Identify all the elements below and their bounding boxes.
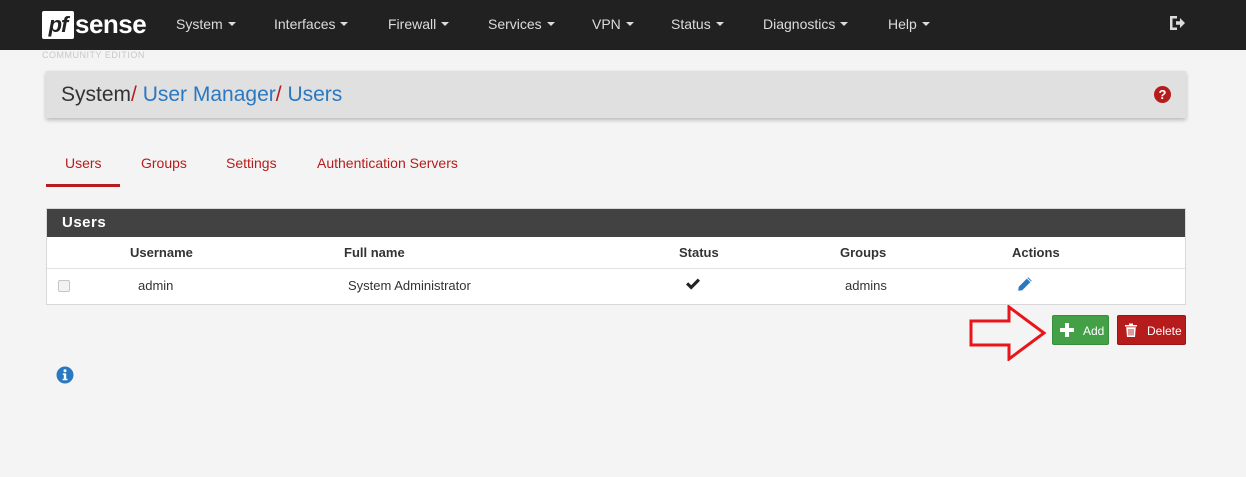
caret-down-icon [340,22,349,27]
info-circle-icon[interactable] [56,366,74,384]
cell-username: admin [138,278,174,293]
tab-authentication-servers-label: Authentication Servers [317,155,458,171]
delete-button-label: Delete [1147,324,1182,338]
cell-groups: admins [845,278,887,293]
breadcrumb-separator: / [131,83,137,106]
pencil-icon[interactable] [1017,276,1033,292]
logo-pf: pf [42,11,74,39]
column-header-full-name[interactable]: Full name [344,245,405,261]
nav-system[interactable]: System [176,0,236,50]
logout-icon[interactable] [1168,14,1186,32]
panel-title: Users [62,214,107,231]
nav-help[interactable]: Help [888,0,930,50]
arrow-annotation-icon [969,305,1047,361]
tab-settings[interactable]: Settings [226,153,277,187]
nav-diagnostics[interactable]: Diagnostics [763,0,849,50]
tab-settings-label: Settings [226,155,277,171]
nav-vpn-label: VPN [592,16,621,32]
nav-help-label: Help [888,16,917,32]
nav-interfaces-label: Interfaces [274,16,336,32]
tab-groups-label: Groups [141,155,187,171]
delete-users-button[interactable]: Delete [1117,315,1186,345]
caret-down-icon [441,22,450,27]
nav-diagnostics-label: Diagnostics [763,16,836,32]
tab-authentication-servers[interactable]: Authentication Servers [317,153,458,187]
tab-groups[interactable]: Groups [141,153,187,187]
caret-down-icon [715,22,724,27]
nav-interfaces[interactable]: Interfaces [274,0,349,50]
check-icon [686,278,700,290]
column-header-username[interactable]: Username [130,245,193,261]
nav-firewall[interactable]: Firewall [388,0,450,50]
nav-services[interactable]: Services [488,0,555,50]
caret-down-icon [921,22,930,27]
trash-icon [1125,323,1137,337]
column-header-groups[interactable]: Groups [840,245,886,261]
nav-system-label: System [176,16,223,32]
logo-sense: sense [75,9,147,39]
panel-header: Users [47,209,1185,237]
cell-full-name: System Administrator [348,278,471,293]
breadcrumb-trail: System/ User Manager/ Users [61,82,342,108]
add-user-button[interactable]: Add [1052,315,1109,345]
row-divider [47,268,1185,269]
tab-users[interactable]: Users [46,153,120,187]
tab-users-label: Users [65,155,102,171]
breadcrumb: System/ User Manager/ Users ? [46,71,1186,118]
question-circle-icon[interactable]: ? [1154,86,1171,103]
edition-label: COMMUNITY EDITION [42,50,145,60]
nav-status[interactable]: Status [671,0,724,50]
caret-down-icon [625,22,634,27]
nav-vpn[interactable]: VPN [592,0,634,50]
caret-down-icon [546,22,555,27]
nav-status-label: Status [671,16,711,32]
nav-firewall-label: Firewall [388,16,437,32]
breadcrumb-users[interactable]: Users [287,83,342,106]
caret-down-icon [840,22,849,27]
users-panel: Users Username Full name Status Groups A… [46,208,1186,305]
caret-down-icon [227,22,236,27]
column-header-actions: Actions [1012,245,1060,260]
plus-icon [1060,323,1074,337]
pfsense-logo[interactable]: pf sense [42,9,148,41]
breadcrumb-user-manager[interactable]: User Manager [143,83,276,106]
row-select-checkbox[interactable] [58,280,70,292]
nav-services-label: Services [488,16,542,32]
breadcrumb-system: System [61,83,132,106]
add-button-label: Add [1083,324,1105,338]
breadcrumb-separator: / [275,83,282,106]
column-header-status[interactable]: Status [679,245,719,261]
top-navbar: pf sense System Interfaces Firewall Serv… [0,0,1246,50]
